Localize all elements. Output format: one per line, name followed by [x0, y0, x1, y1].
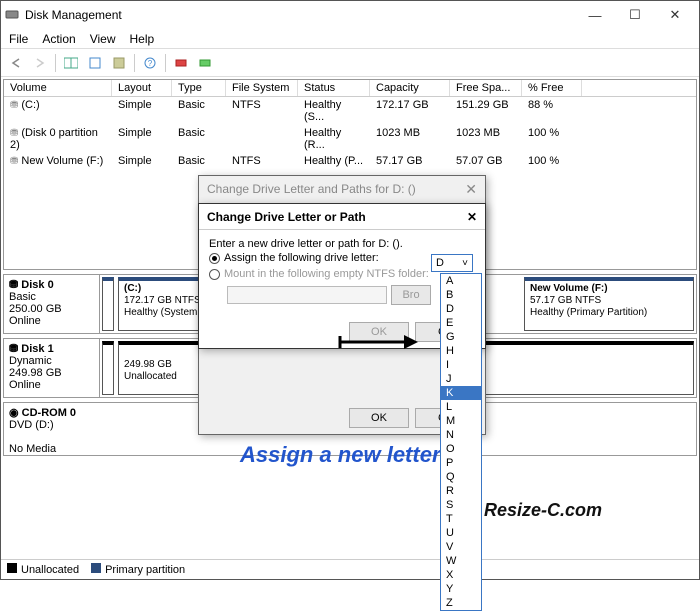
drive-letter-option[interactable]: T [441, 512, 481, 526]
drive-letter-option[interactable]: W [441, 554, 481, 568]
drive-letter-option[interactable]: J [441, 372, 481, 386]
close-icon[interactable]: ✕ [467, 210, 477, 224]
col-type[interactable]: Type [172, 80, 226, 96]
mount-folder-label: Mount in the following empty NTFS folder… [224, 268, 429, 280]
drive-letter-option[interactable]: Y [441, 582, 481, 596]
minimize-button[interactable]: — [575, 1, 615, 29]
refresh-icon[interactable] [84, 52, 106, 74]
menu-view[interactable]: View [90, 32, 116, 46]
disc-icon: ◉ [9, 407, 22, 419]
drive-letter-option[interactable]: Z [441, 596, 481, 610]
partition-f[interactable]: New Volume (F:)57.17 GB NTFSHealthy (Pri… [524, 277, 694, 331]
ok-button[interactable]: OK [349, 408, 409, 428]
drive-letter-option[interactable]: A [441, 274, 481, 288]
drive-letter-option[interactable]: S [441, 498, 481, 512]
drive-letter-option[interactable]: B [441, 288, 481, 302]
drive-letter-option[interactable]: V [441, 540, 481, 554]
properties-icon[interactable] [108, 52, 130, 74]
drive-letter-option[interactable]: I [441, 358, 481, 372]
drive-letter-option[interactable]: E [441, 316, 481, 330]
col-layout[interactable]: Layout [112, 80, 172, 96]
toolbar: ? [1, 49, 699, 77]
folder-path-input [227, 286, 387, 304]
menubar: File Action View Help [1, 29, 699, 49]
action2-icon[interactable] [194, 52, 216, 74]
volume-row[interactable]: (C:)SimpleBasicNTFSHealthy (S...172.17 G… [4, 97, 696, 125]
menu-action[interactable]: Action [42, 32, 75, 46]
view-icon[interactable] [60, 52, 82, 74]
browse-button: Bro [391, 285, 431, 305]
drive-letter-option[interactable]: R [441, 484, 481, 498]
col-pct[interactable]: % Free [522, 80, 582, 96]
legend: Unallocated Primary partition [1, 559, 699, 579]
drive-letter-option[interactable]: O [441, 442, 481, 456]
drive-letter-option[interactable]: U [441, 526, 481, 540]
partition[interactable] [102, 341, 114, 395]
assign-letter-label: Assign the following drive letter: [224, 252, 379, 264]
col-status[interactable]: Status [298, 80, 370, 96]
col-fs[interactable]: File System [226, 80, 298, 96]
legend-primary-icon [91, 563, 101, 573]
annotation-arrow-icon [338, 332, 418, 357]
drive-letter-option[interactable]: D [441, 302, 481, 316]
menu-file[interactable]: File [9, 32, 28, 46]
window-title: Disk Management [25, 8, 575, 22]
app-icon [5, 7, 19, 24]
forward-button[interactable] [29, 52, 51, 74]
watermark: Resize-C.com [484, 500, 602, 521]
drive-letter-option[interactable]: H [441, 344, 481, 358]
col-volume[interactable]: Volume [4, 80, 112, 96]
radio-mount-folder[interactable] [209, 269, 220, 280]
drive-letter-option[interactable]: P [441, 456, 481, 470]
drive-letter-option[interactable]: L [441, 400, 481, 414]
annotation-text: Assign a new letter [240, 442, 441, 468]
drive-letter-select[interactable]: D [431, 254, 473, 272]
drive-letter-option[interactable]: G [441, 330, 481, 344]
dialog-prompt: Enter a new drive letter or path for D: … [209, 238, 475, 250]
close-button[interactable]: ✕ [655, 1, 695, 29]
action1-icon[interactable] [170, 52, 192, 74]
disk-icon: ⛃ [9, 343, 21, 355]
titlebar: Disk Management — ☐ ✕ [1, 1, 699, 29]
maximize-button[interactable]: ☐ [615, 1, 655, 29]
volume-list-header: Volume Layout Type File System Status Ca… [4, 80, 696, 97]
volume-row[interactable]: New Volume (F:)SimpleBasicNTFSHealthy (P… [4, 153, 696, 169]
drive-letter-option[interactable]: Q [441, 470, 481, 484]
disk-icon: ⛃ [9, 279, 21, 291]
volume-row[interactable]: (Disk 0 partition 2)SimpleBasicHealthy (… [4, 125, 696, 153]
radio-assign-letter[interactable] [209, 253, 220, 264]
col-free[interactable]: Free Spa... [450, 80, 522, 96]
back-button[interactable] [5, 52, 27, 74]
svg-text:?: ? [148, 59, 153, 68]
drive-letter-dropdown[interactable]: ABDEGHIJKLMNOPQRSTUVWXYZ [440, 273, 482, 611]
legend-unallocated-icon [7, 563, 17, 573]
drive-letter-option[interactable]: M [441, 414, 481, 428]
dialog-title: Change Drive Letter and Paths for D: () [207, 182, 416, 196]
partition[interactable] [102, 277, 114, 331]
drive-letter-option[interactable]: N [441, 428, 481, 442]
close-icon[interactable]: ✕ [465, 181, 477, 198]
drive-letter-option[interactable]: K [441, 386, 481, 400]
dialog-title: Change Drive Letter or Path [207, 210, 366, 224]
col-capacity[interactable]: Capacity [370, 80, 450, 96]
menu-help[interactable]: Help [130, 32, 155, 46]
help-icon[interactable]: ? [139, 52, 161, 74]
